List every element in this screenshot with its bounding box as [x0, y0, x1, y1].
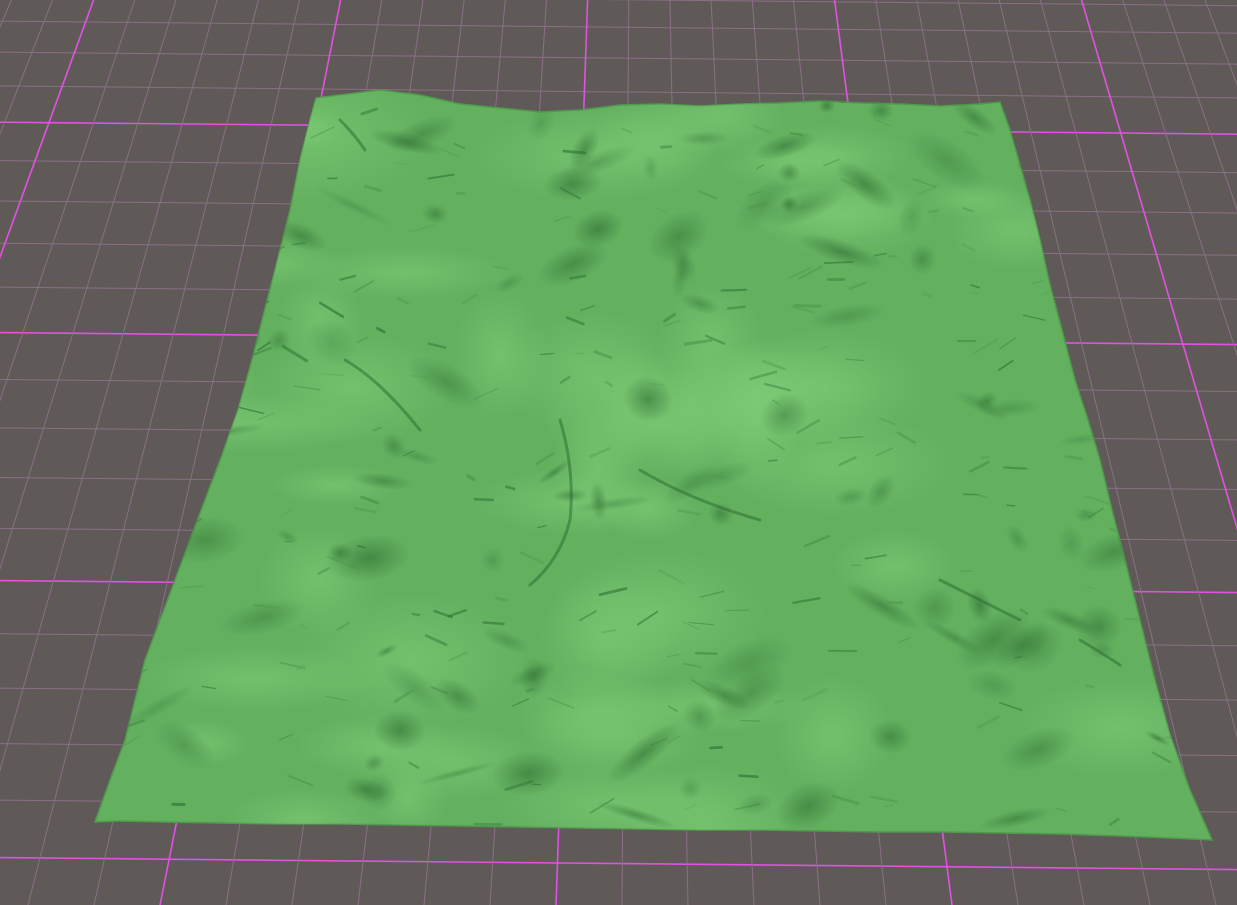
terrain-streak: [1005, 504, 1016, 507]
terrain-streak: [886, 600, 904, 605]
terrain-streak: [740, 720, 761, 722]
3d-viewport[interactable]: [0, 0, 1237, 905]
terrain-streak: [562, 149, 587, 155]
terrain-streak: [789, 132, 803, 136]
terrain-streak: [575, 352, 585, 355]
terrain-streak: [824, 261, 854, 264]
viewport-canvas[interactable]: [0, 0, 1237, 905]
terrain-streak: [1003, 466, 1028, 470]
terrain-streak: [720, 288, 748, 292]
terrain-streak: [473, 498, 495, 502]
terrain-streak: [960, 570, 973, 572]
terrain-streak: [1085, 684, 1095, 689]
terrain-streak: [482, 621, 505, 626]
terrain-streak: [980, 455, 991, 459]
terrain-streak: [738, 774, 759, 778]
terrain-streak: [793, 304, 822, 308]
terrain-streak: [928, 209, 939, 214]
terrain-streak: [660, 145, 673, 149]
terrain-streak: [725, 609, 750, 612]
terrain-streak: [411, 612, 421, 617]
terrain-streak: [746, 668, 759, 673]
terrain-streak: [694, 651, 718, 655]
terrain-streak: [774, 699, 784, 704]
terrain-streak: [971, 292, 980, 294]
terrain-streak: [709, 746, 724, 750]
terrain-streak: [767, 459, 778, 462]
terrain-streak: [1014, 656, 1023, 659]
